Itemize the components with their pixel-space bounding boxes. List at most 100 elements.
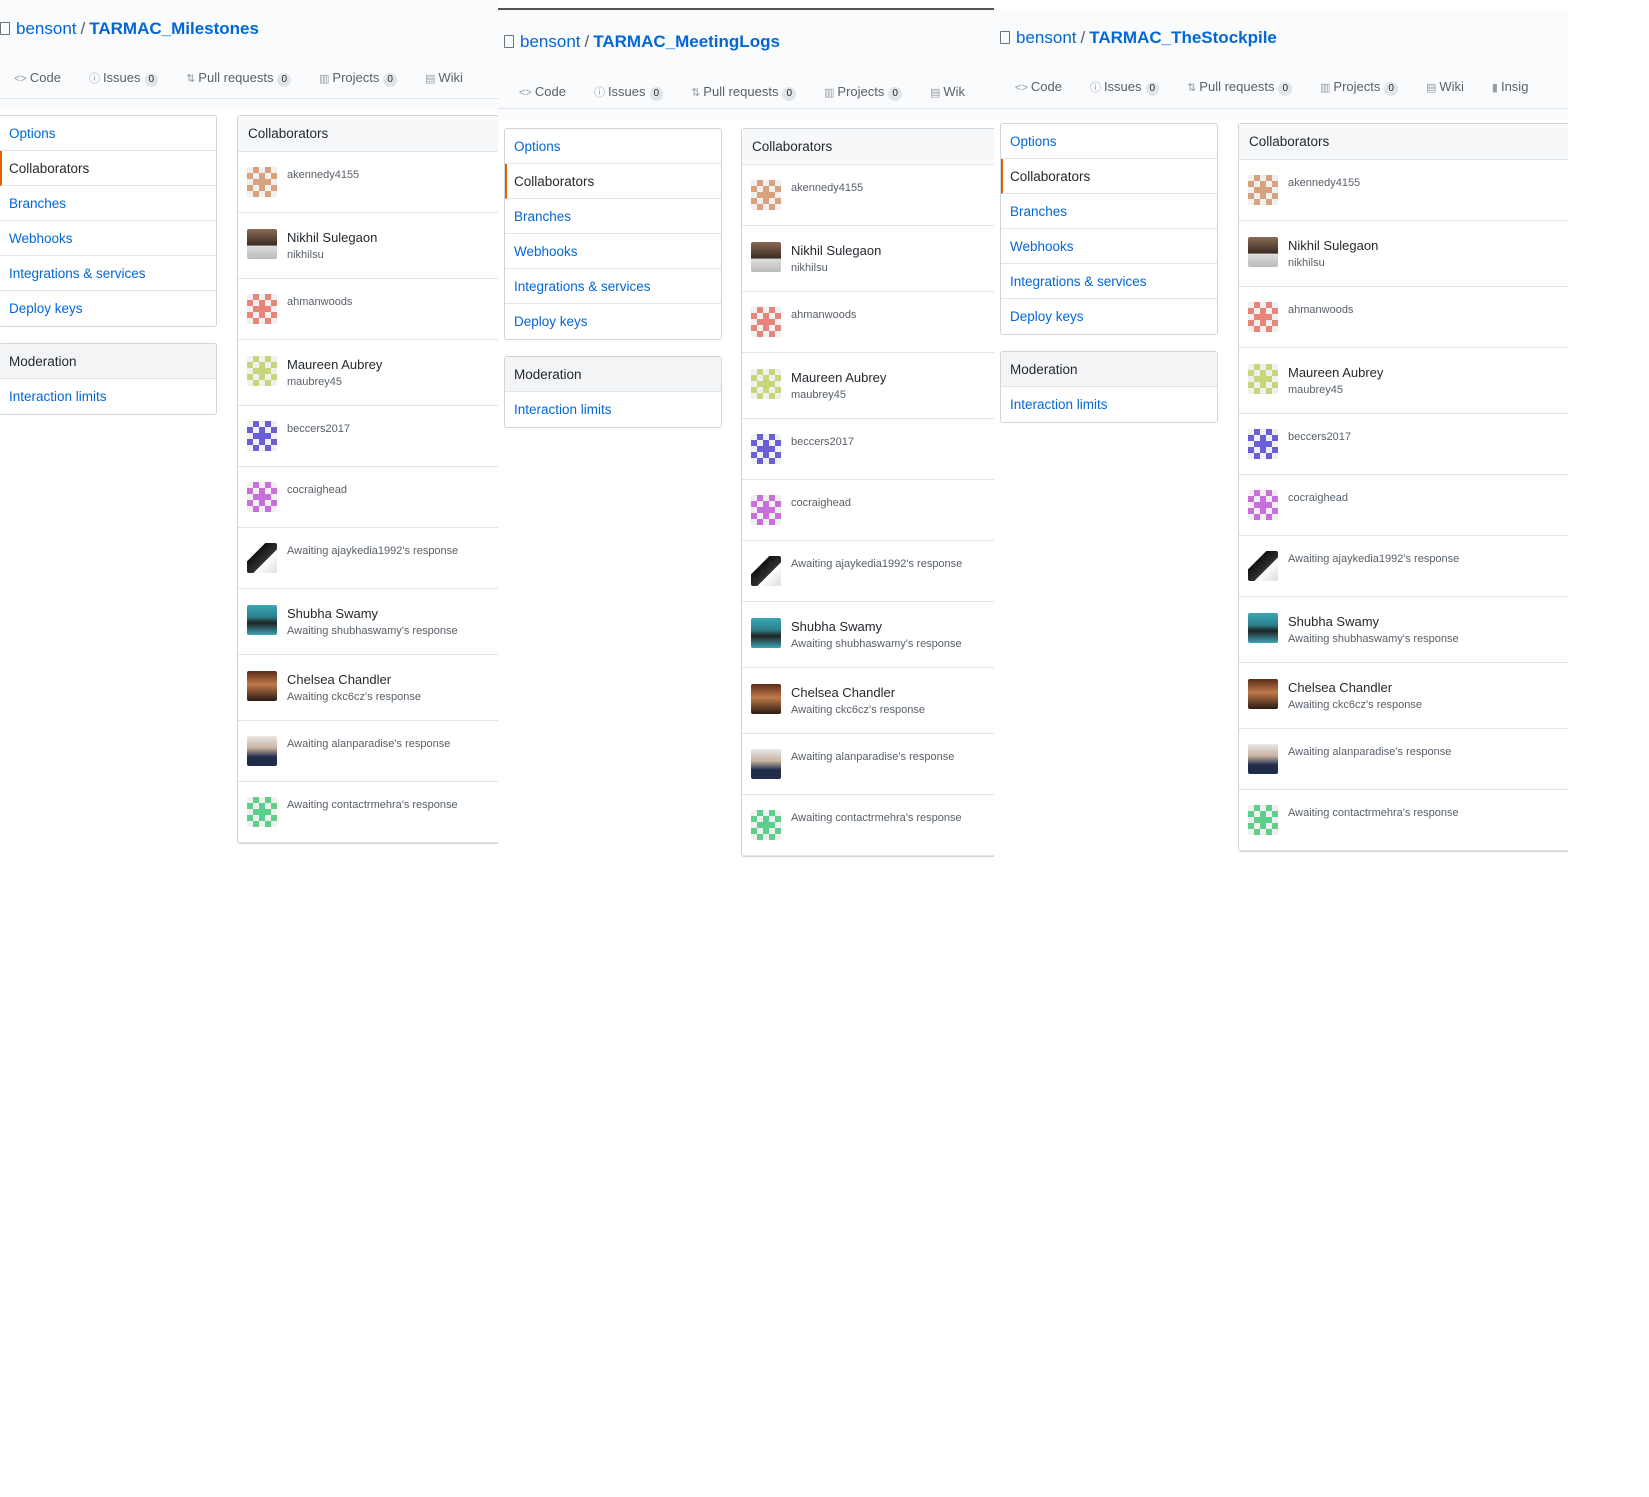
avatar[interactable] (751, 307, 781, 337)
avatar[interactable] (1248, 429, 1278, 459)
avatar[interactable] (247, 294, 277, 324)
collaborator-login[interactable]: Awaiting ajaykedia1992's response (1288, 553, 1459, 565)
collaborator-login[interactable]: akennedy4155 (791, 182, 863, 194)
collaborator-name[interactable]: Nikhil Sulegaon (791, 243, 881, 258)
tab-projects[interactable]: ▥ Projects 0 (319, 70, 397, 87)
collaborator-name[interactable]: Chelsea Chandler (1288, 680, 1392, 695)
menu-item-collaborators[interactable]: Collaborators (0, 151, 216, 186)
collaborator-login[interactable]: Awaiting contactrmehra's response (791, 812, 962, 824)
collaborator-name[interactable]: Nikhil Sulegaon (1288, 238, 1378, 253)
avatar[interactable] (1248, 613, 1278, 643)
menu-item-webhooks[interactable]: Webhooks (505, 234, 721, 269)
collaborator-login[interactable]: beccers2017 (287, 423, 350, 435)
collaborator-name[interactable]: Shubha Swamy (287, 606, 378, 621)
collaborator-name[interactable]: Shubha Swamy (791, 619, 882, 634)
menu-item-branches[interactable]: Branches (0, 186, 216, 221)
owner-link[interactable]: bensont (520, 32, 581, 51)
collaborator-name[interactable]: Maureen Aubrey (287, 357, 382, 372)
collaborator-name[interactable]: Maureen Aubrey (1288, 365, 1383, 380)
collaborator-login[interactable]: cocraighead (1288, 492, 1348, 504)
collaborator-login[interactable]: cocraighead (791, 497, 851, 509)
collaborator-name[interactable]: Maureen Aubrey (791, 370, 886, 385)
avatar[interactable] (751, 242, 781, 272)
avatar[interactable] (751, 749, 781, 779)
collaborator-login[interactable]: ahmanwoods (791, 309, 856, 321)
collaborator-login[interactable]: Awaiting ajaykedia1992's response (791, 558, 962, 570)
owner-link[interactable]: bensont (1016, 28, 1077, 47)
tab-code[interactable]: <> Code (519, 84, 566, 99)
menu-item-options[interactable]: Options (505, 129, 721, 164)
repo-link[interactable]: TARMAC_TheStockpile (1089, 28, 1277, 47)
tab-pull-requests[interactable]: ⇅ Pull requests 0 (186, 70, 292, 87)
avatar[interactable] (1248, 364, 1278, 394)
menu-item-webhooks[interactable]: Webhooks (1001, 229, 1217, 264)
avatar[interactable] (247, 543, 277, 573)
tab-issues[interactable]: ⓘ Issues 0 (594, 84, 664, 101)
collaborator-login[interactable]: Awaiting contactrmehra's response (287, 799, 458, 811)
menu-item-deploy-keys[interactable]: Deploy keys (505, 304, 721, 339)
repo-link[interactable]: TARMAC_MeetingLogs (593, 32, 780, 51)
tab-projects[interactable]: ▥ Projects 0 (824, 84, 902, 101)
avatar[interactable] (247, 167, 277, 197)
menu-item-options[interactable]: Options (0, 116, 216, 151)
menu-item-webhooks[interactable]: Webhooks (0, 221, 216, 256)
collaborator-login[interactable]: beccers2017 (791, 436, 854, 448)
avatar[interactable] (751, 556, 781, 586)
collaborator-login[interactable]: Awaiting contactrmehra's response (1288, 807, 1459, 819)
collaborator-login[interactable]: cocraighead (287, 484, 347, 496)
avatar[interactable] (247, 736, 277, 766)
avatar[interactable] (1248, 805, 1278, 835)
collaborator-login[interactable]: ahmanwoods (287, 296, 352, 308)
tab-code[interactable]: <> Code (14, 70, 61, 85)
collaborator-login[interactable]: akennedy4155 (1288, 177, 1360, 189)
collaborator-login[interactable]: akennedy4155 (287, 169, 359, 181)
avatar[interactable] (751, 369, 781, 399)
menu-item-integrations-services[interactable]: Integrations & services (1001, 264, 1217, 299)
menu-item-interaction-limits[interactable]: Interaction limits (0, 379, 216, 414)
menu-item-deploy-keys[interactable]: Deploy keys (0, 291, 216, 326)
menu-item-integrations-services[interactable]: Integrations & services (505, 269, 721, 304)
avatar[interactable] (1248, 744, 1278, 774)
avatar[interactable] (751, 810, 781, 840)
avatar[interactable] (247, 671, 277, 701)
menu-item-interaction-limits[interactable]: Interaction limits (1001, 387, 1217, 422)
collaborator-login[interactable]: Awaiting alanparadise's response (791, 751, 954, 763)
avatar[interactable] (1248, 490, 1278, 520)
collaborator-login[interactable]: ahmanwoods (1288, 304, 1353, 316)
avatar[interactable] (751, 684, 781, 714)
menu-item-integrations-services[interactable]: Integrations & services (0, 256, 216, 291)
tab-projects[interactable]: ▥ Projects 0 (1320, 79, 1398, 96)
avatar[interactable] (1248, 679, 1278, 709)
menu-item-options[interactable]: Options (1001, 124, 1217, 159)
menu-item-interaction-limits[interactable]: Interaction limits (505, 392, 721, 427)
avatar[interactable] (751, 618, 781, 648)
menu-item-branches[interactable]: Branches (1001, 194, 1217, 229)
menu-item-deploy-keys[interactable]: Deploy keys (1001, 299, 1217, 334)
avatar[interactable] (247, 605, 277, 635)
menu-item-collaborators[interactable]: Collaborators (505, 164, 721, 199)
collaborator-login[interactable]: Awaiting ajaykedia1992's response (287, 545, 458, 557)
avatar[interactable] (1248, 551, 1278, 581)
avatar[interactable] (1248, 175, 1278, 205)
avatar[interactable] (247, 229, 277, 259)
avatar[interactable] (247, 356, 277, 386)
tab-issues[interactable]: ⓘ Issues 0 (89, 70, 159, 87)
avatar[interactable] (247, 421, 277, 451)
tab-issues[interactable]: ⓘ Issues 0 (1090, 79, 1160, 96)
menu-item-branches[interactable]: Branches (505, 199, 721, 234)
avatar[interactable] (751, 434, 781, 464)
tab-pull-requests[interactable]: ⇅ Pull requests 0 (1187, 79, 1293, 96)
collaborator-login[interactable]: Awaiting alanparadise's response (1288, 746, 1451, 758)
collaborator-name[interactable]: Chelsea Chandler (791, 685, 895, 700)
collaborator-name[interactable]: Nikhil Sulegaon (287, 230, 377, 245)
tab-wik[interactable]: ▤ Wik (930, 84, 965, 99)
collaborator-name[interactable]: Chelsea Chandler (287, 672, 391, 687)
tab-wiki[interactable]: ▤ Wiki (1426, 79, 1464, 94)
collaborator-login[interactable]: Awaiting alanparadise's response (287, 738, 450, 750)
avatar[interactable] (247, 797, 277, 827)
avatar[interactable] (751, 180, 781, 210)
avatar[interactable] (751, 495, 781, 525)
repo-link[interactable]: TARMAC_Milestones (89, 19, 259, 38)
avatar[interactable] (247, 482, 277, 512)
menu-item-collaborators[interactable]: Collaborators (1001, 159, 1217, 194)
